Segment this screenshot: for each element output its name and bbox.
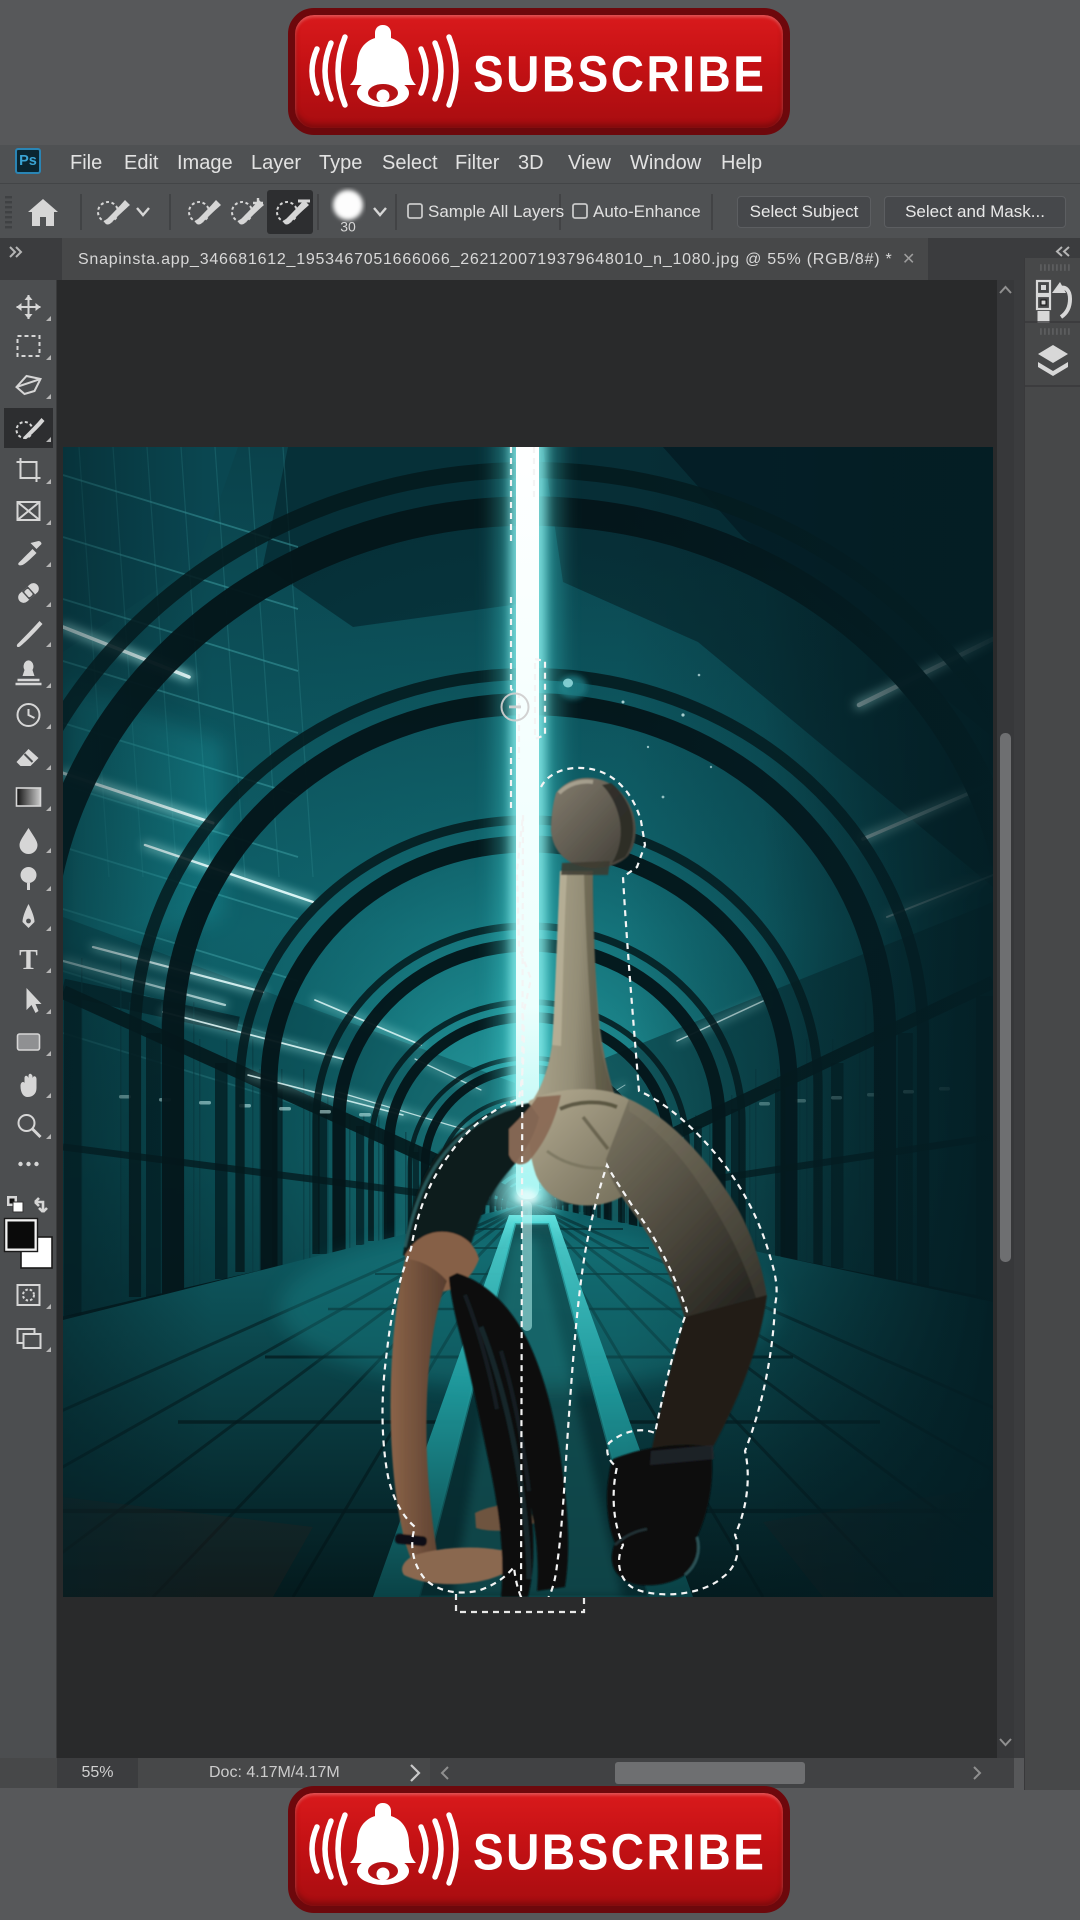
svg-text:30: 30 [340,218,356,234]
svg-text:T: T [19,945,38,976]
